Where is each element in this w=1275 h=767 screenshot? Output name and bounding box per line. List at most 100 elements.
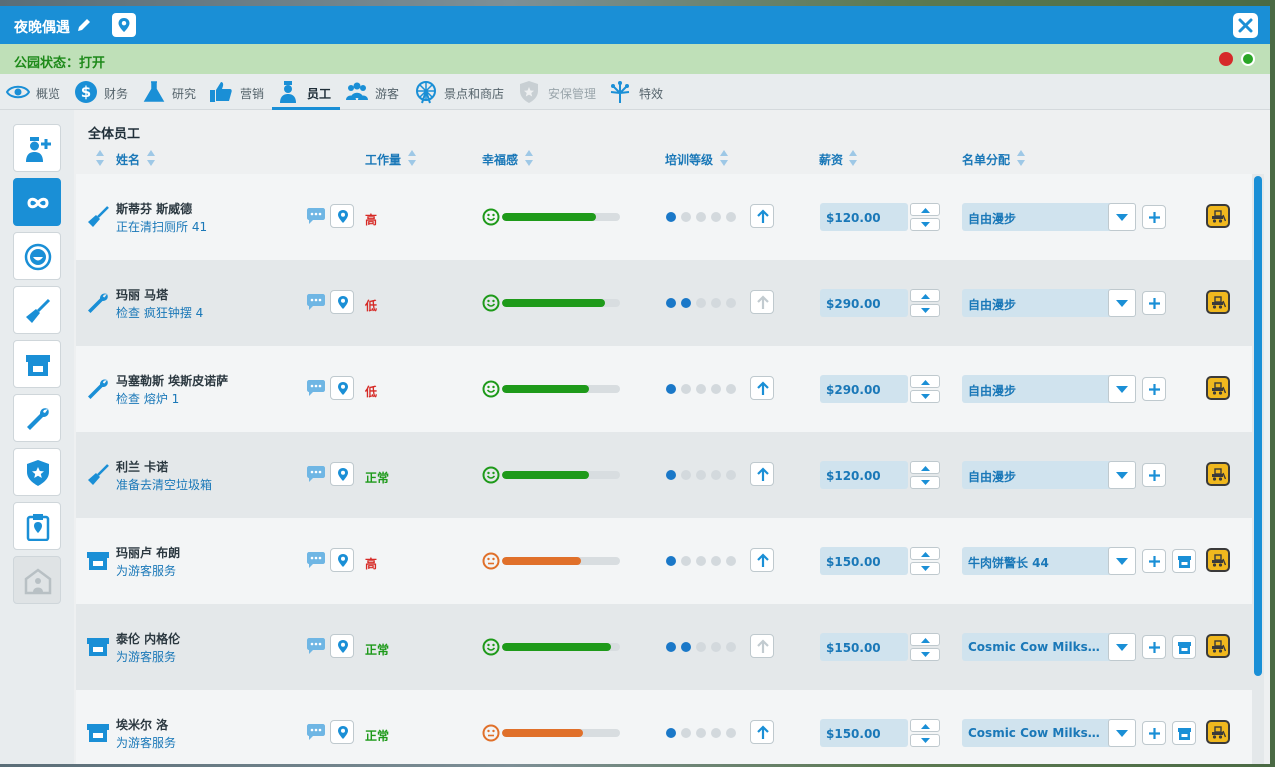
staff-buildings-button[interactable]: [13, 556, 61, 604]
hire-staff-button[interactable]: [13, 124, 61, 172]
column-header-happiness[interactable]: 幸福感: [482, 151, 518, 168]
fire-staff-button[interactable]: [1206, 204, 1230, 228]
wage-stepper[interactable]: [910, 375, 940, 403]
staff-name[interactable]: 泰伦 内格伦: [116, 630, 180, 647]
wage-decrease-button[interactable]: [910, 390, 940, 403]
fire-staff-button[interactable]: [1206, 720, 1230, 744]
wage-field[interactable]: $150.00: [820, 547, 908, 575]
thoughts-icon[interactable]: [306, 552, 326, 568]
wage-decrease-button[interactable]: [910, 648, 940, 661]
staff-row[interactable]: 玛丽卢 布朗 为游客服务 高 $150.00 牛肉饼警长 44: [76, 518, 1252, 604]
scrollbar[interactable]: [1252, 174, 1264, 764]
train-staff-button[interactable]: [750, 548, 774, 572]
wage-increase-button[interactable]: [910, 719, 940, 732]
staff-name[interactable]: 马塞勒斯 埃斯皮诺萨: [116, 372, 228, 389]
tab-attractions-shops[interactable]: 景点和商店: [414, 74, 509, 110]
column-header-name[interactable]: 姓名: [116, 151, 140, 168]
wage-decrease-button[interactable]: [910, 476, 940, 489]
wage-increase-button[interactable]: [910, 461, 940, 474]
assignment-dropdown-button[interactable]: [1108, 289, 1136, 317]
train-staff-button[interactable]: [750, 376, 774, 400]
wage-decrease-button[interactable]: [910, 734, 940, 747]
security-button[interactable]: [13, 448, 61, 496]
pencil-icon[interactable]: [76, 17, 92, 33]
assignment-dropdown-button[interactable]: [1108, 375, 1136, 403]
vendors-button[interactable]: [13, 340, 61, 388]
janitors-button[interactable]: [13, 286, 61, 334]
train-staff-button[interactable]: [750, 204, 774, 228]
wage-field[interactable]: $290.00: [820, 375, 908, 403]
staff-task[interactable]: 准备去清空垃圾箱: [116, 476, 212, 493]
assignment-select[interactable]: 自由漫步: [962, 461, 1136, 489]
sort-icon[interactable]: [524, 149, 534, 167]
staff-row[interactable]: 埃米尔 洛为游客服务 正常 $150.00 Cosmic Cow Milksha...: [76, 690, 1252, 764]
staff-row[interactable]: 斯蒂芬 斯威德 正在清扫厕所 41 高 $120.00 自由漫步: [76, 174, 1252, 260]
staff-name[interactable]: 斯蒂芬 斯威德: [116, 200, 192, 217]
locate-staff-button[interactable]: [330, 634, 354, 658]
wage-decrease-button[interactable]: [910, 562, 940, 575]
view-shop-button[interactable]: [1172, 721, 1196, 745]
wage-field[interactable]: $150.00: [820, 719, 908, 747]
add-assignment-button[interactable]: [1142, 635, 1166, 659]
assignment-dropdown-button[interactable]: [1108, 719, 1136, 747]
staff-task[interactable]: 为游客服务: [116, 734, 176, 751]
add-assignment-button[interactable]: [1142, 205, 1166, 229]
wage-stepper[interactable]: [910, 289, 940, 317]
thoughts-icon[interactable]: [306, 724, 326, 740]
staff-name[interactable]: 玛丽卢 布朗: [116, 544, 180, 561]
close-button[interactable]: [1233, 13, 1258, 38]
fire-staff-button[interactable]: [1206, 548, 1230, 572]
wage-stepper[interactable]: [910, 719, 940, 747]
wage-stepper[interactable]: [910, 203, 940, 231]
assignment-dropdown-button[interactable]: [1108, 203, 1136, 231]
train-staff-button[interactable]: [750, 290, 774, 314]
train-staff-button[interactable]: [750, 462, 774, 486]
assignment-select[interactable]: Cosmic Cow Milksha...: [962, 719, 1136, 747]
wage-decrease-button[interactable]: [910, 218, 940, 231]
add-assignment-button[interactable]: [1142, 291, 1166, 315]
sort-icon[interactable]: [1016, 149, 1026, 167]
wage-field[interactable]: $290.00: [820, 289, 908, 317]
assignment-dropdown-button[interactable]: [1108, 547, 1136, 575]
inspectors-button[interactable]: [13, 502, 61, 550]
wage-decrease-button[interactable]: [910, 304, 940, 317]
wage-increase-button[interactable]: [910, 203, 940, 216]
tab-finance[interactable]: $ 财务: [74, 74, 134, 110]
column-header-workload[interactable]: 工作量: [365, 151, 401, 168]
all-staff-button[interactable]: [13, 178, 61, 226]
wage-field[interactable]: $120.00: [820, 203, 908, 231]
assignment-select[interactable]: 牛肉饼警长 44: [962, 547, 1136, 575]
assignment-select[interactable]: 自由漫步: [962, 375, 1136, 403]
staff-name[interactable]: 埃米尔 洛: [116, 716, 168, 733]
close-park-toggle[interactable]: [1219, 52, 1233, 66]
sort-icon[interactable]: [719, 149, 729, 167]
wage-increase-button[interactable]: [910, 547, 940, 560]
fire-staff-button[interactable]: [1206, 634, 1230, 658]
sort-icon[interactable]: [848, 149, 858, 167]
locate-park-button[interactable]: [112, 13, 136, 37]
sort-icon[interactable]: [146, 149, 156, 167]
add-assignment-button[interactable]: [1142, 377, 1166, 401]
tab-research[interactable]: 研究: [142, 74, 202, 110]
thoughts-icon[interactable]: [306, 638, 326, 654]
staff-task[interactable]: 为游客服务: [116, 562, 176, 579]
thoughts-icon[interactable]: [306, 380, 326, 396]
column-header-assignment[interactable]: 名单分配: [962, 151, 1010, 168]
wage-increase-button[interactable]: [910, 633, 940, 646]
staff-task[interactable]: 检查 疯狂钟摆 4: [116, 304, 203, 321]
locate-staff-button[interactable]: [330, 204, 354, 228]
staff-row[interactable]: 利兰 卡诺 准备去清空垃圾箱 正常 $120.00 自由漫步: [76, 432, 1252, 518]
fire-staff-button[interactable]: [1206, 376, 1230, 400]
wage-increase-button[interactable]: [910, 375, 940, 388]
column-header-training[interactable]: 培训等级: [665, 151, 713, 168]
tab-staff[interactable]: 员工: [272, 74, 340, 110]
tab-guests[interactable]: 游客: [345, 74, 405, 110]
scrollbar-thumb[interactable]: [1254, 176, 1262, 676]
tab-marketing[interactable]: 营销: [209, 74, 269, 110]
view-shop-button[interactable]: [1172, 549, 1196, 573]
staff-task[interactable]: 为游客服务: [116, 648, 176, 665]
entertainers-button[interactable]: [13, 232, 61, 280]
view-shop-button[interactable]: [1172, 635, 1196, 659]
staff-row[interactable]: 马塞勒斯 埃斯皮诺萨 检查 熔炉 1 低 $290.00 自由漫步: [76, 346, 1252, 432]
locate-staff-button[interactable]: [330, 290, 354, 314]
